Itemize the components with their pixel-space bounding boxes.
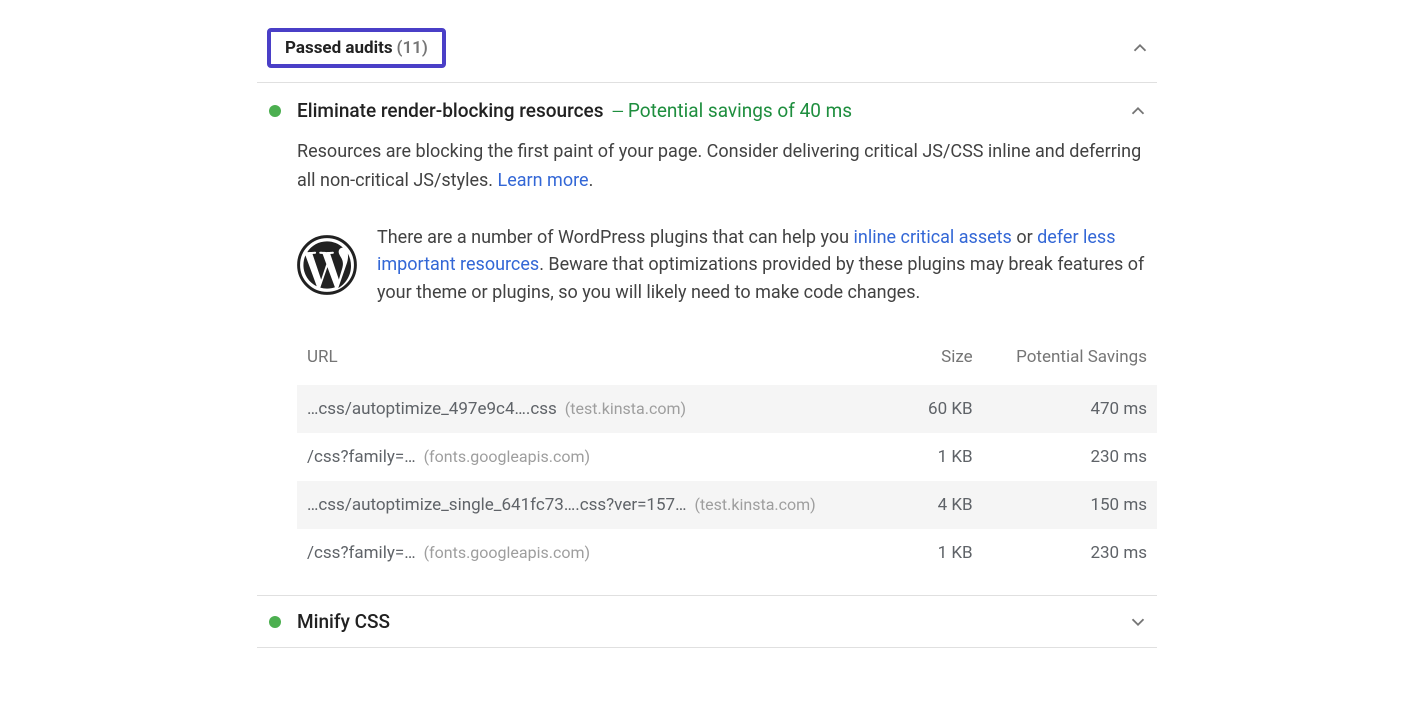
wp-text-2: or: [1012, 227, 1037, 248]
chevron-down-icon: [1127, 611, 1149, 633]
audit-body: Resources are blocking the first paint o…: [257, 138, 1157, 595]
col-size: Size: [908, 337, 983, 385]
row-size: 1 KB: [908, 433, 983, 481]
wp-text-1: There are a number of WordPress plugins …: [377, 227, 854, 248]
audit-minify-css-header[interactable]: Minify CSS: [257, 596, 1157, 647]
passed-audits-count: (11): [397, 38, 428, 58]
status-dot-pass-icon: [269, 105, 281, 117]
audit-savings: Potential savings of 40 ms: [628, 99, 852, 122]
row-domain: (fonts.googleapis.com): [424, 543, 590, 562]
passed-audits-highlight: Passed audits (11): [267, 28, 446, 68]
passed-audits-title: Passed audits: [285, 38, 393, 58]
audit-render-blocking-header[interactable]: Eliminate render-blocking resources — Po…: [257, 83, 1157, 138]
row-savings: 230 ms: [983, 529, 1157, 577]
row-savings: 470 ms: [983, 385, 1157, 433]
col-savings: Potential Savings: [983, 337, 1157, 385]
learn-more-link[interactable]: Learn more: [498, 170, 589, 191]
desc-text-1: Resources are blocking the first paint o…: [297, 141, 1141, 191]
passed-audits-header[interactable]: Passed audits (11): [257, 14, 1157, 83]
table-header-row: URL Size Potential Savings: [297, 337, 1157, 385]
resources-table: URL Size Potential Savings …css/autoptim…: [297, 337, 1157, 577]
dash: —: [611, 102, 624, 121]
row-domain: (test.kinsta.com): [565, 399, 686, 418]
wordpress-logo-icon: [297, 235, 357, 295]
audit-minify-css: Minify CSS: [257, 596, 1157, 648]
chevron-up-icon: [1127, 100, 1149, 122]
row-url: …css/autoptimize_single_641fc73….css?ver…: [307, 495, 686, 515]
row-size: 1 KB: [908, 529, 983, 577]
audit-render-blocking: Eliminate render-blocking resources — Po…: [257, 83, 1157, 596]
col-url: URL: [297, 337, 908, 385]
row-url: /css?family=…: [307, 543, 416, 563]
row-size: 60 KB: [908, 385, 983, 433]
table-row: /css?family=… (fonts.googleapis.com) 1 KB…: [297, 529, 1157, 577]
row-savings: 230 ms: [983, 433, 1157, 481]
status-dot-pass-icon: [269, 616, 281, 628]
row-url: /css?family=…: [307, 447, 416, 467]
wordpress-advice-block: There are a number of WordPress plugins …: [297, 224, 1157, 308]
inline-critical-link[interactable]: inline critical assets: [854, 227, 1012, 248]
table-row: …css/autoptimize_single_641fc73….css?ver…: [297, 481, 1157, 529]
audit-description: Resources are blocking the first paint o…: [297, 138, 1157, 196]
desc-period: .: [589, 170, 594, 191]
row-url: …css/autoptimize_497e9c4….css: [307, 399, 557, 419]
wordpress-advice-text: There are a number of WordPress plugins …: [377, 224, 1157, 308]
row-savings: 150 ms: [983, 481, 1157, 529]
audit-title: Minify CSS: [297, 610, 390, 633]
row-domain: (fonts.googleapis.com): [424, 447, 590, 466]
table-row: /css?family=… (fonts.googleapis.com) 1 KB…: [297, 433, 1157, 481]
chevron-up-icon: [1129, 37, 1151, 59]
table-row: …css/autoptimize_497e9c4….css (test.kinst…: [297, 385, 1157, 433]
row-domain: (test.kinsta.com): [694, 495, 815, 514]
row-size: 4 KB: [908, 481, 983, 529]
audit-title: Eliminate render-blocking resources: [297, 99, 604, 122]
